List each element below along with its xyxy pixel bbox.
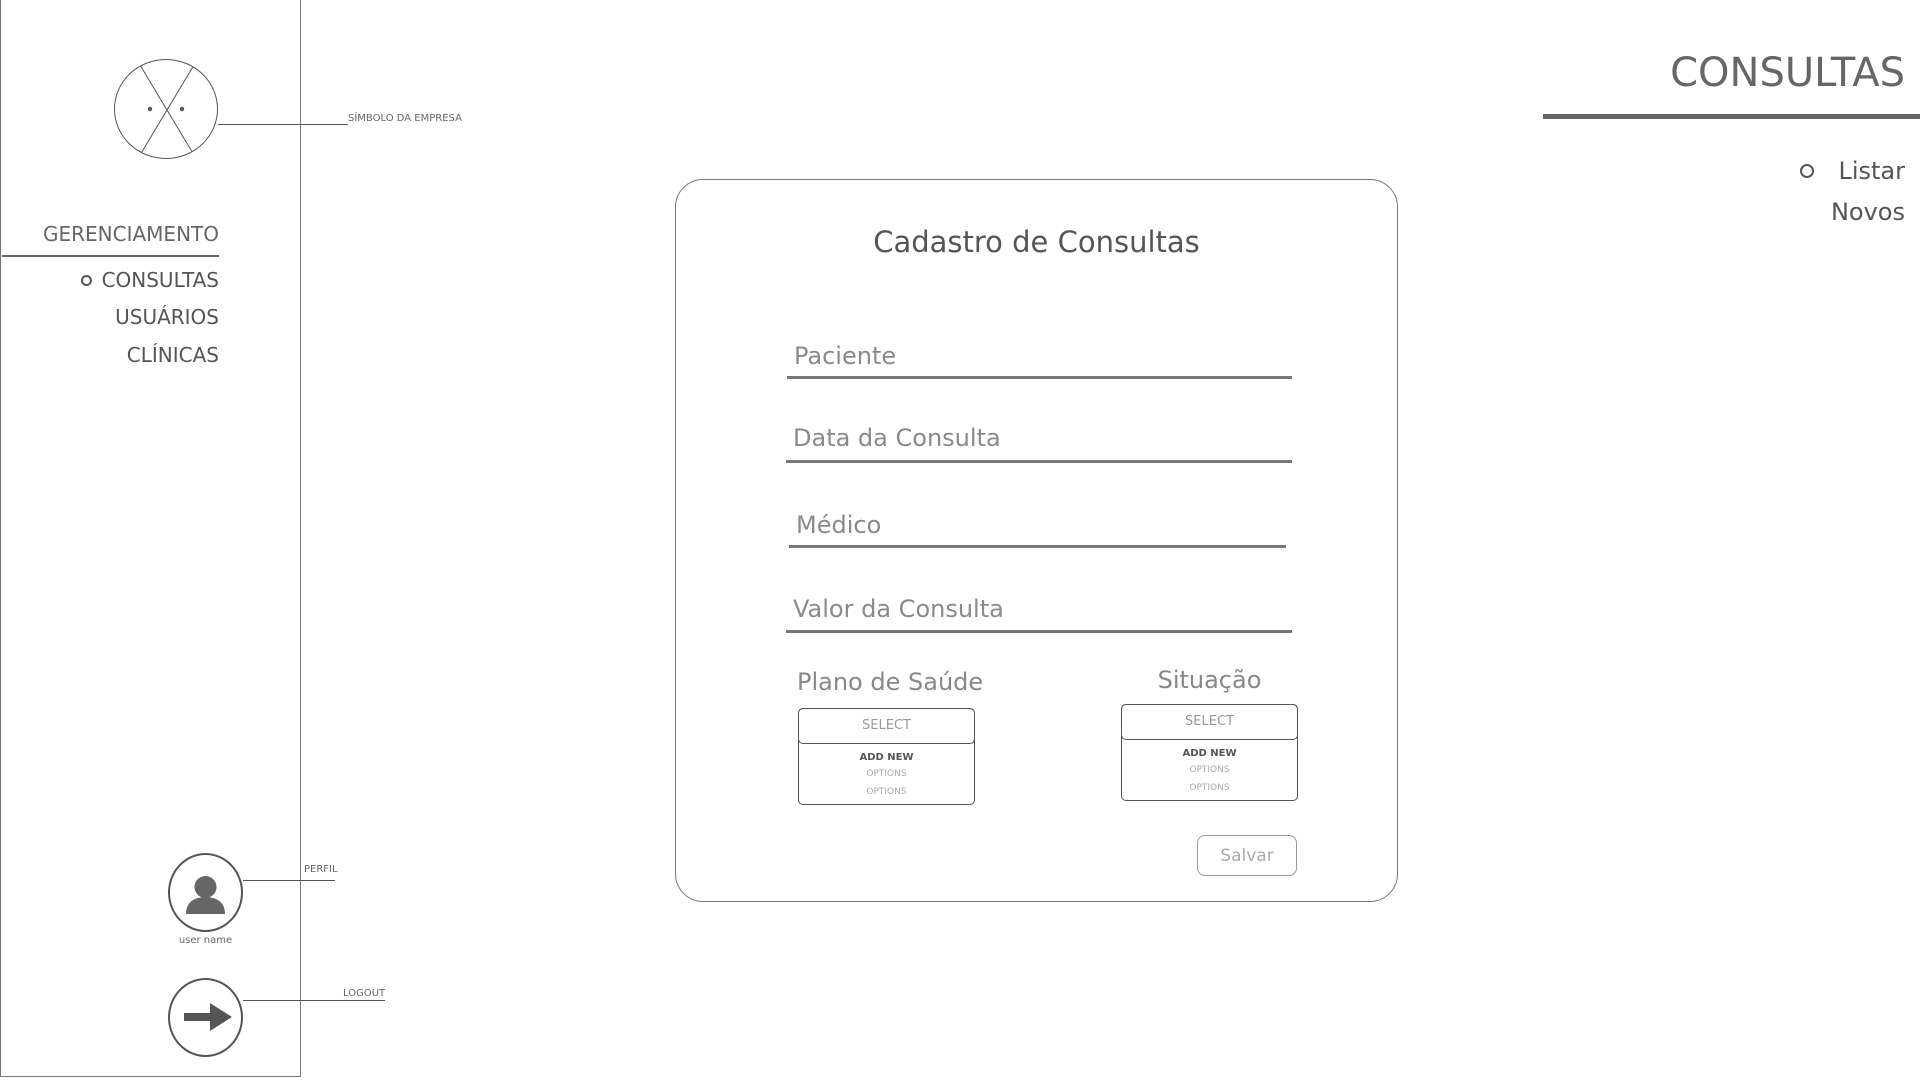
sidebar-item-usuarios[interactable]: USUÁRIOS [101, 305, 219, 329]
situacao-option[interactable]: OPTIONS [1122, 765, 1297, 775]
sidebar-item-clinicas[interactable]: CLÍNICAS [101, 343, 219, 367]
tab-listar[interactable]: Listar [1838, 157, 1905, 185]
logout-annotation: LOGOUT [343, 988, 386, 999]
plano-saude-select-trigger[interactable]: SELECT [798, 708, 975, 744]
profile-button[interactable] [168, 853, 243, 932]
situacao-option[interactable]: OPTIONS [1122, 783, 1297, 793]
situacao-label: Situação [1157, 666, 1262, 694]
user-avatar-icon [186, 876, 225, 914]
sidebar-item-consultas[interactable]: CONSULTAS [101, 268, 219, 292]
medico-input[interactable] [789, 508, 1286, 548]
plano-saude-option[interactable]: OPTIONS [799, 769, 974, 779]
arrow-right-icon [184, 1003, 232, 1031]
logout-callout-line [243, 1000, 385, 1001]
situacao-select: SELECT ADD NEW OPTIONS OPTIONS [1121, 704, 1298, 801]
circle-bullet-icon [81, 275, 92, 286]
situacao-add-new[interactable]: ADD NEW [1122, 748, 1297, 759]
valor-consulta-input[interactable] [786, 592, 1292, 633]
tab-novos[interactable]: Novos [1831, 198, 1905, 226]
situacao-select-trigger[interactable]: SELECT [1121, 704, 1298, 740]
nav-heading-divider [2, 255, 219, 257]
plano-saude-add-new[interactable]: ADD NEW [799, 752, 974, 763]
logout-button[interactable] [168, 978, 243, 1057]
logo-x-icon [136, 60, 198, 158]
user-name-label: user name [178, 935, 233, 946]
profile-callout-line [243, 880, 335, 881]
nav-section-heading: GERENCIAMENTO [43, 222, 219, 246]
sidebar: SÍMBOLO DA EMPRESA GERENCIAMENTO CONSULT… [0, 0, 462, 1077]
plano-saude-label: Plano de Saúde [797, 668, 984, 696]
company-logo-icon [114, 59, 218, 159]
profile-annotation: PERFIL [304, 864, 338, 875]
save-button[interactable]: Salvar [1197, 835, 1297, 876]
logo-annotation: SÍMBOLO DA EMPRESA [348, 113, 462, 124]
page-title-divider [1543, 114, 1920, 119]
page-title: CONSULTAS [1670, 50, 1905, 96]
form-card: Cadastro de Consultas Plano de Saúde SEL… [675, 179, 1398, 902]
plano-saude-select: SELECT ADD NEW OPTIONS OPTIONS [798, 708, 975, 805]
app-canvas: SÍMBOLO DA EMPRESA GERENCIAMENTO CONSULT… [0, 0, 1920, 1080]
form-title: Cadastro de Consultas [873, 225, 1200, 259]
circle-bullet-icon [1800, 164, 1814, 178]
logo-callout-line [218, 124, 348, 125]
data-consulta-input[interactable] [786, 420, 1292, 463]
paciente-input[interactable] [787, 339, 1292, 379]
plano-saude-option[interactable]: OPTIONS [799, 787, 974, 797]
